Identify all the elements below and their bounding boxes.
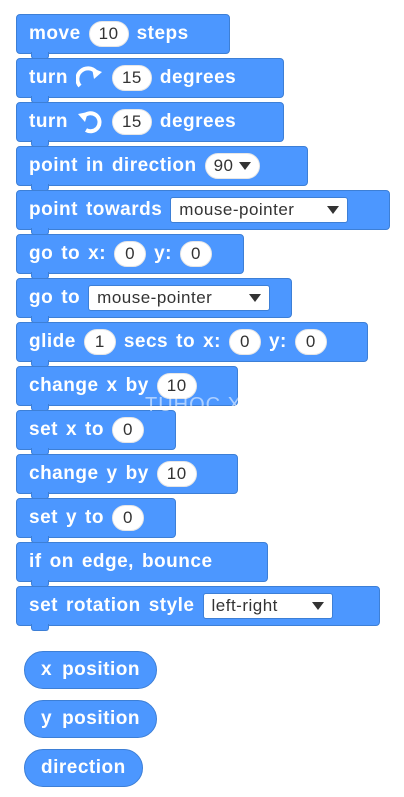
bounce-block[interactable]: if on edge, bounce [16, 542, 268, 587]
reporter-word: direction [41, 757, 126, 778]
block-word: style [148, 595, 195, 616]
x-input[interactable]: 0 [228, 329, 261, 355]
target-dropdown[interactable]: mouse-pointer [88, 285, 271, 311]
block-word: x: [203, 331, 221, 352]
y-input[interactable]: 0 [294, 329, 327, 355]
block-word: x [65, 419, 78, 440]
block-word: glide [29, 331, 76, 352]
change-y-block[interactable]: change y by 10 [16, 454, 238, 499]
move-steps-block[interactable]: move 10 steps [16, 14, 230, 59]
block-word: move [29, 23, 81, 44]
value-input[interactable]: 10 [156, 461, 197, 487]
x-input[interactable]: 0 [114, 241, 147, 267]
block-word: direction [111, 155, 197, 176]
glide-block[interactable]: glide 1 secs to x: 0 y: 0 [16, 322, 368, 367]
block-word: towards [85, 199, 163, 220]
rotation-style-value: left-right [211, 596, 278, 615]
block-word: if [29, 551, 42, 572]
block-word: x: [88, 243, 107, 264]
rotate-counterclockwise-icon [76, 110, 104, 134]
y-input[interactable]: 0 [179, 241, 212, 267]
block-word: on [49, 551, 74, 572]
target-dropdown[interactable]: mouse-pointer [170, 197, 349, 223]
watermark: TUHOC.XYZ [145, 394, 270, 416]
block-word: by [125, 463, 149, 484]
rotation-style-block[interactable]: set rotation style left-right [16, 586, 380, 631]
dropdown-caret-icon [327, 206, 340, 214]
go-to-xy-block[interactable]: go to x: 0 y: 0 [16, 234, 244, 279]
block-word: x [106, 375, 118, 396]
target-value: mouse-pointer [179, 200, 295, 219]
block-word: y: [154, 243, 172, 264]
target-value: mouse-pointer [97, 288, 213, 307]
block-word: go [29, 243, 54, 264]
block-word: degrees [159, 67, 237, 88]
block-word: to [176, 331, 196, 352]
block-word: in [85, 155, 104, 176]
block-word: y [65, 507, 78, 528]
block-word: change [29, 463, 99, 484]
block-word: to [61, 287, 81, 308]
y-position-reporter[interactable]: y position [24, 700, 157, 738]
block-word: change [29, 375, 99, 396]
reporter-word: x [41, 659, 53, 680]
block-word: rotation [65, 595, 141, 616]
direction-reporter[interactable]: direction [24, 749, 143, 787]
degrees-input[interactable]: 15 [111, 65, 152, 91]
block-word: secs [123, 331, 169, 352]
block-word: set [29, 507, 58, 528]
block-word: point [29, 199, 78, 220]
turn-counterclockwise-block[interactable]: turn 15 degrees [16, 102, 284, 147]
block-word: point [29, 155, 78, 176]
dropdown-caret-icon [311, 602, 324, 610]
direction-dropdown[interactable]: 90 [204, 153, 261, 179]
value-input[interactable]: 0 [111, 505, 144, 531]
value-input[interactable]: 0 [111, 417, 144, 443]
block-word: edge, [81, 551, 134, 572]
block-word: turn [29, 111, 68, 132]
rotation-style-dropdown[interactable]: left-right [202, 593, 333, 619]
block-word: to [85, 507, 104, 528]
turn-clockwise-block[interactable]: turn 15 degrees [16, 58, 284, 103]
block-word: set [29, 419, 58, 440]
rotate-clockwise-icon [75, 66, 104, 90]
reporter-word: y [41, 708, 53, 729]
block-word: degrees [159, 111, 237, 132]
block-word: to [85, 419, 104, 440]
dropdown-caret-icon [249, 294, 262, 302]
dropdown-caret-icon [239, 162, 252, 170]
block-word: bounce [141, 551, 213, 572]
block-word: y: [268, 331, 287, 352]
block-word: go [29, 287, 54, 308]
set-y-block[interactable]: set y to 0 [16, 498, 176, 543]
block-word: y [106, 463, 118, 484]
reporter-word: position [62, 708, 140, 729]
point-in-direction-block[interactable]: point in direction 90 [16, 146, 308, 191]
go-to-block[interactable]: go to mouse-pointer [16, 278, 292, 323]
block-word: turn [29, 67, 68, 88]
steps-input[interactable]: 10 [88, 21, 129, 47]
reporter-word: position [62, 659, 140, 680]
degrees-input[interactable]: 15 [111, 109, 152, 135]
point-towards-block[interactable]: point towards mouse-pointer [16, 190, 390, 235]
x-position-reporter[interactable]: x position [24, 651, 157, 689]
block-word: steps [136, 23, 189, 44]
secs-input[interactable]: 1 [83, 329, 116, 355]
block-word: to [61, 243, 81, 264]
block-word: set [29, 595, 58, 616]
direction-value: 90 [213, 156, 234, 175]
